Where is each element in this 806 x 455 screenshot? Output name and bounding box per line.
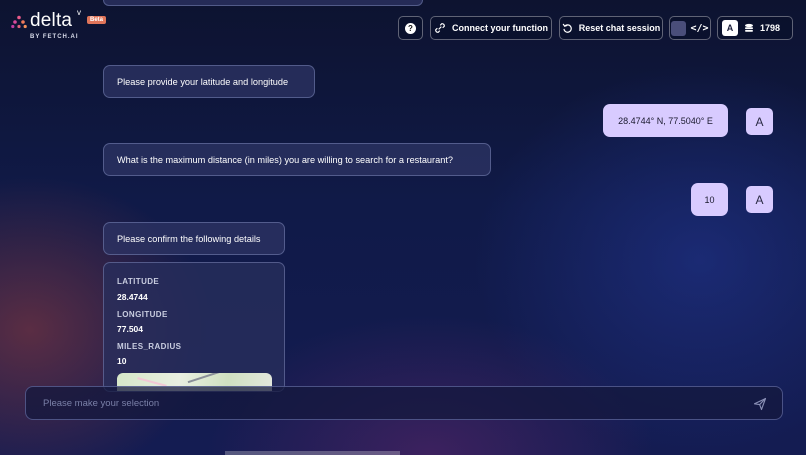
message-text: What is the maximum distance (in miles) …: [117, 154, 453, 165]
message-text: Please provide your latitude and longitu…: [117, 76, 289, 87]
beta-badge: Beta: [87, 16, 107, 24]
confirmation-details-card: LATITUDE 28.4744 LONGITUDE 77.504 MILES_…: [103, 262, 285, 392]
user-avatar: A: [746, 108, 773, 135]
message-text: 28.4744° N, 77.5040° E: [618, 115, 713, 126]
help-button[interactable]: ?: [398, 16, 423, 40]
user-message: 10: [691, 183, 728, 216]
field-label-latitude: LATITUDE: [117, 277, 160, 286]
coins-icon: [745, 23, 753, 32]
theme-swatch[interactable]: [671, 20, 687, 36]
user-avatar: A: [746, 186, 773, 213]
field-value-miles-radius: 10: [117, 356, 127, 366]
avatar[interactable]: A: [722, 20, 738, 36]
logo-text: delta: [30, 10, 73, 31]
logo-caret: v: [77, 8, 81, 17]
top-header: delta v Beta BY FETCH.AI ? Connect your …: [0, 0, 806, 52]
message-text: 10: [704, 194, 715, 205]
delta-logo[interactable]: delta v Beta BY FETCH.AI: [11, 8, 111, 42]
reset-chat-button[interactable]: Reset chat session: [559, 16, 663, 40]
delta-logo-icon: [11, 15, 27, 29]
account-credits[interactable]: A 1798: [717, 16, 793, 40]
bottom-scroll-indicator: [225, 451, 400, 455]
map-road: [187, 373, 227, 384]
field-label-longitude: LONGITUDE: [117, 310, 168, 319]
link-icon: [435, 23, 445, 33]
reset-icon: [562, 23, 572, 33]
previous-message-edge: [103, 0, 423, 6]
message-input-bar: [25, 386, 783, 420]
field-value-longitude: 77.504: [117, 324, 143, 334]
connect-function-label: Connect your function: [452, 23, 548, 33]
field-value-latitude: 28.4744: [117, 292, 148, 302]
code-icon[interactable]: </>: [690, 23, 708, 34]
logo-byline: BY FETCH.AI: [30, 34, 79, 40]
bot-message: Please confirm the following details: [103, 222, 285, 255]
message-text: Please confirm the following details: [117, 233, 261, 244]
reset-chat-label: Reset chat session: [578, 23, 661, 33]
code-view-toggle[interactable]: </>: [669, 16, 711, 40]
help-icon: ?: [405, 22, 416, 34]
connect-function-button[interactable]: Connect your function: [430, 16, 552, 40]
message-input[interactable]: [26, 387, 746, 419]
user-message: 28.4744° N, 77.5040° E: [603, 104, 728, 137]
bot-message: What is the maximum distance (in miles) …: [103, 143, 491, 176]
bot-message: Please provide your latitude and longitu…: [103, 65, 315, 98]
send-icon[interactable]: [753, 397, 767, 411]
field-label-miles-radius: MILES_RADIUS: [117, 342, 182, 351]
credit-count: 1798: [760, 23, 781, 33]
